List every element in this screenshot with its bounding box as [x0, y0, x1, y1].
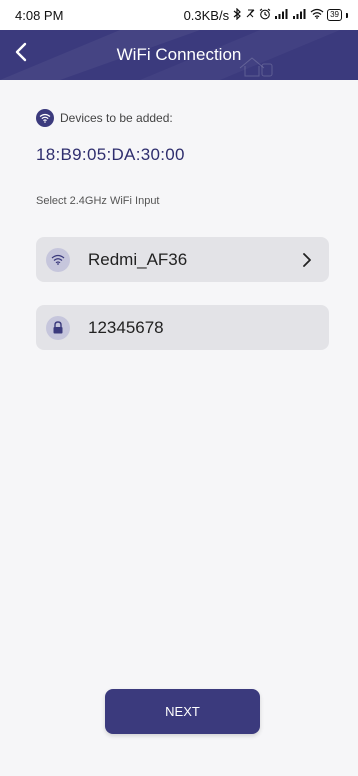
do-not-disturb-icon [245, 8, 256, 22]
signal-icon [274, 8, 289, 22]
next-button[interactable]: NEXT [105, 689, 260, 734]
status-icons: 39 [233, 7, 348, 23]
back-button[interactable] [6, 38, 36, 70]
device-section: Devices to be added: 18:B9:05:DA:30:00 [36, 109, 326, 165]
device-mac: 18:B9:05:DA:30:00 [36, 145, 185, 164]
wifi-icon [36, 109, 54, 127]
wifi-icon [46, 247, 70, 272]
chevron-right-icon [295, 252, 319, 268]
select-wifi-label: Select 2.4GHz WiFi Input [36, 195, 160, 207]
chevron-left-icon [14, 42, 28, 67]
status-bar: 4:08 PM 0.3KB/s 39 [0, 0, 358, 30]
device-label-row: Devices to be added: [36, 109, 326, 127]
header-decoration [0, 30, 340, 80]
signal-icon [292, 8, 307, 22]
status-right: 0.3KB/s 39 [183, 7, 348, 23]
devices-label: Devices to be added: [60, 111, 173, 125]
status-time: 4:08 PM [15, 7, 64, 23]
password-input[interactable] [88, 312, 329, 343]
battery-cap [346, 12, 348, 18]
bluetooth-icon [233, 7, 242, 23]
password-field-container [36, 305, 329, 350]
lock-icon [46, 315, 70, 340]
wifi-network-selector[interactable]: Redmi_AF36 [36, 237, 329, 282]
wifi-icon [310, 8, 324, 22]
network-speed: 0.3KB/s [183, 7, 230, 23]
wifi-ssid: Redmi_AF36 [88, 249, 188, 269]
app-header: WiFi Connection [0, 30, 358, 80]
alarm-icon [259, 8, 271, 23]
battery-icon: 39 [327, 9, 342, 21]
